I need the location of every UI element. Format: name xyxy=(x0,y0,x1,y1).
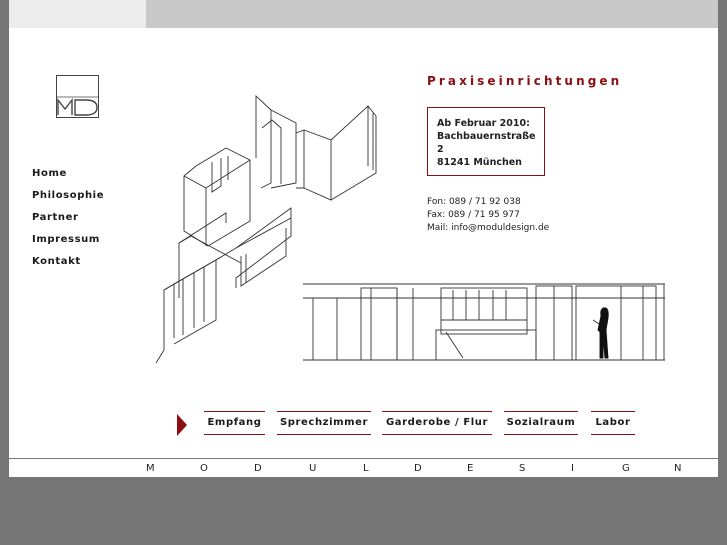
phone-text: Fon: 089 / 71 92 038 xyxy=(427,197,521,207)
address-box: Ab Februar 2010: Bachbauernstraße 2 8124… xyxy=(427,107,545,176)
address-line: 2 xyxy=(437,144,444,155)
fax-text: Fax: 089 / 71 95 977 xyxy=(427,210,520,220)
triangle-right-icon xyxy=(177,414,187,436)
nav-philosophie[interactable]: Philosophie xyxy=(32,189,104,211)
address-line: Ab Februar 2010: xyxy=(437,118,530,129)
mail-link[interactable]: Mail: info@moduldesign.de xyxy=(427,222,549,235)
contact-info: Fon: 089 / 71 92 038 Fax: 089 / 71 95 97… xyxy=(427,196,549,235)
footer-letter: L xyxy=(363,463,369,474)
page-frame: Home Philosophie Partner Impressum Konta… xyxy=(9,0,718,477)
md-logo-icon[interactable] xyxy=(56,75,99,118)
address-line: 81241 München xyxy=(437,157,522,168)
footer-letter: E xyxy=(467,463,474,474)
brand-footer: M O D U L D E S I G N xyxy=(9,458,718,477)
footer-letter: N xyxy=(674,463,682,474)
footer-letter: I xyxy=(571,463,574,474)
footer-letter: D xyxy=(254,463,262,474)
footer-letter: O xyxy=(200,463,208,474)
main-nav: Home Philosophie Partner Impressum Konta… xyxy=(32,167,104,277)
footer-letter: S xyxy=(519,463,526,474)
nav-partner[interactable]: Partner xyxy=(32,211,104,233)
footer-letter: D xyxy=(414,463,422,474)
nav-kontakt[interactable]: Kontakt xyxy=(32,255,104,277)
tab-sozialraum[interactable]: Sozialraum xyxy=(504,411,578,435)
footer-letter: M xyxy=(146,463,155,474)
tab-garderobe-flur[interactable]: Garderobe / Flur xyxy=(382,411,492,435)
footer-letter: G xyxy=(622,463,630,474)
address-line: Bachbauernstraße xyxy=(437,131,536,142)
elevation-drawing xyxy=(303,283,665,361)
topbar-left xyxy=(9,0,146,28)
nav-impressum[interactable]: Impressum xyxy=(32,233,104,255)
topbar-right xyxy=(146,0,718,28)
footer-letter: U xyxy=(309,463,317,474)
page-heading: Praxiseinrichtungen xyxy=(427,74,623,88)
tab-labor[interactable]: Labor xyxy=(591,411,635,435)
tab-sprechzimmer[interactable]: Sprechzimmer xyxy=(277,411,371,435)
nav-home[interactable]: Home xyxy=(32,167,104,189)
tab-empfang[interactable]: Empfang xyxy=(204,411,265,435)
